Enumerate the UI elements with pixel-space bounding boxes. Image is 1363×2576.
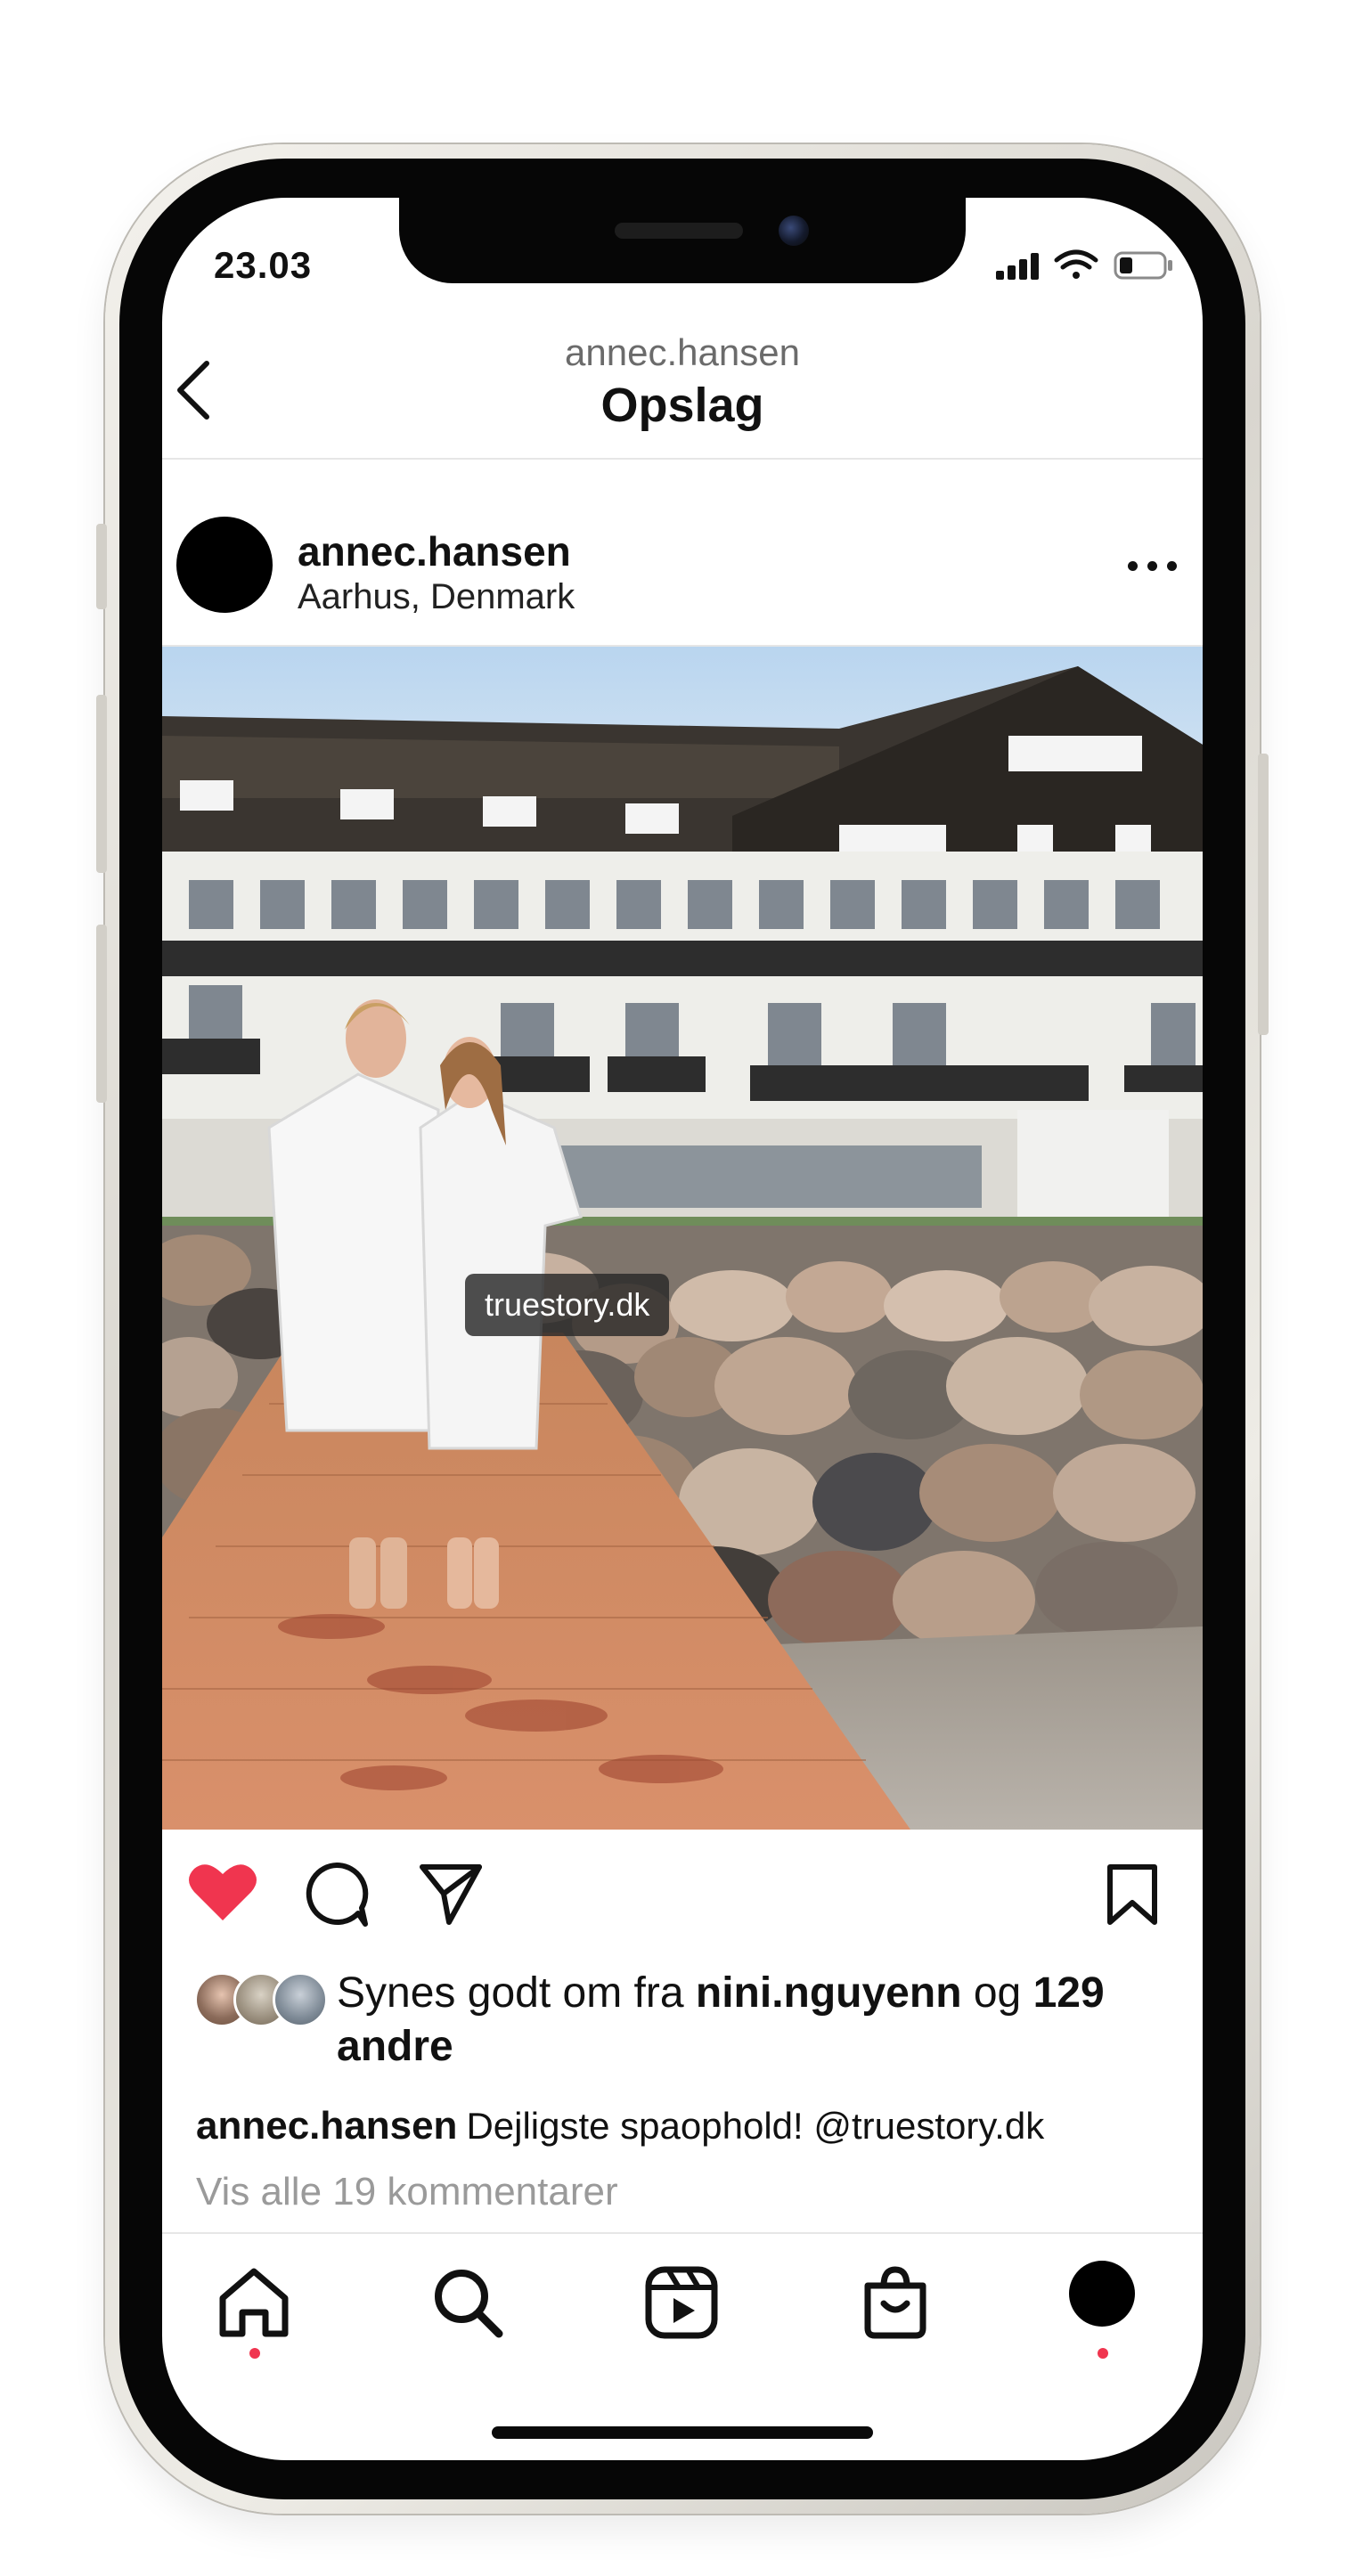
liker-avatars[interactable]	[194, 1972, 328, 2027]
home-indicator	[492, 2426, 873, 2439]
more-horizontal-icon[interactable]	[1128, 556, 1181, 577]
earpiece-speaker	[615, 223, 743, 239]
post-caption: annec.hansen Dejligste spaophold! @truest…	[196, 2104, 1044, 2148]
header-divider	[162, 458, 1203, 460]
send-icon[interactable]	[417, 1860, 485, 1928]
home-icon[interactable]	[214, 2262, 294, 2343]
reels-icon[interactable]	[641, 2262, 722, 2343]
home-active-dot	[249, 2348, 260, 2359]
page-title: Opslag	[600, 379, 764, 432]
likes-middle: og	[961, 1969, 1033, 2017]
battery-icon	[1114, 251, 1172, 280]
signal-icon	[996, 253, 1039, 280]
caption-text: Dejligste spaophold! @truestory.dk	[466, 2105, 1045, 2147]
nav-divider	[162, 2232, 1203, 2234]
heart-icon[interactable]	[187, 1862, 258, 1924]
post-location[interactable]: Aarhus, Denmark	[298, 577, 575, 617]
search-icon[interactable]	[428, 2262, 508, 2343]
post-photo[interactable]	[162, 647, 1203, 1830]
profile-notification-dot	[1098, 2348, 1108, 2359]
liker-username[interactable]: nini.nguyenn	[696, 1969, 962, 2017]
status-icons	[996, 249, 1172, 280]
view-comments-link[interactable]: Vis alle 19 kommentarer	[196, 2170, 618, 2214]
comment-icon[interactable]	[303, 1860, 371, 1928]
volume-up-button	[96, 695, 107, 873]
bookmark-icon[interactable]	[1105, 1862, 1160, 1928]
likes-prefix: Synes godt om fra	[337, 1969, 696, 2017]
mute-switch	[96, 524, 107, 609]
shop-icon[interactable]	[855, 2262, 935, 2343]
wifi-icon	[1054, 249, 1098, 279]
power-button	[1258, 754, 1269, 1035]
likes-summary[interactable]: Synes godt om fra nini.nguyenn og 129 an…	[337, 1967, 1183, 2074]
user-tag[interactable]: truestory.dk	[465, 1274, 670, 1336]
liker-avatar	[273, 1972, 328, 2027]
header-username: annec.hansen	[565, 331, 800, 373]
notch	[399, 198, 966, 283]
status-time: 23.03	[214, 244, 313, 286]
profile-avatar[interactable]	[1069, 2261, 1135, 2327]
avatar[interactable]	[176, 517, 273, 613]
volume-down-button	[96, 925, 107, 1103]
caption-username[interactable]: annec.hansen	[196, 2104, 457, 2148]
post-username[interactable]: annec.hansen	[298, 527, 571, 575]
front-camera	[779, 216, 809, 246]
